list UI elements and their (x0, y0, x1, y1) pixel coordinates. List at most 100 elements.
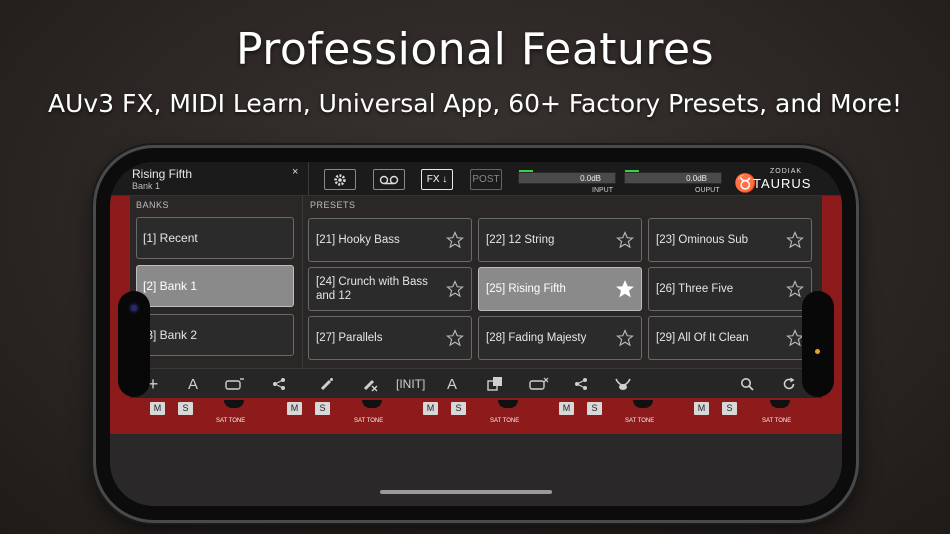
preset-item-label: [27] Parallels (316, 332, 383, 344)
sat-tone-label: SAT TONE (625, 418, 655, 424)
preset-item[interactable]: [28] Fading Majesty (478, 316, 642, 360)
knob[interactable] (362, 400, 382, 408)
star-outline-icon[interactable] (446, 231, 464, 249)
solo-button[interactable]: S (451, 402, 466, 415)
star-filled-icon[interactable] (616, 280, 634, 298)
output-meter-value: 0.0dB (686, 174, 707, 183)
preset-item[interactable]: [27] Parallels (308, 316, 472, 360)
top-bar: Rising Fifth Bank 1 × FX ↓ POST 0.0dB IN… (110, 162, 842, 196)
preset-item-label: [29] All Of It Clean (656, 332, 749, 344)
mute-button[interactable]: M (694, 402, 709, 415)
status-led (131, 305, 137, 311)
star-outline-icon[interactable] (786, 280, 804, 298)
preset-item-label: [28] Fading Majesty (486, 332, 587, 344)
copy-icon[interactable] (484, 373, 506, 395)
star-outline-icon[interactable] (616, 231, 634, 249)
preset-item[interactable]: [26] Three Five (648, 267, 812, 311)
divider (308, 162, 309, 196)
home-indicator[interactable] (380, 490, 552, 494)
app-screen: Rising Fifth Bank 1 × FX ↓ POST 0.0dB IN… (110, 162, 842, 506)
sat-tone-label: SAT TONE (762, 418, 792, 424)
phone-frame: Rising Fifth Bank 1 × FX ↓ POST 0.0dB IN… (96, 148, 856, 520)
subhead: AUv3 FX, MIDI Learn, Universal App, 60+ … (47, 89, 903, 118)
font-icon[interactable]: A (441, 373, 463, 395)
output-meter-level (625, 170, 639, 172)
headline: Professional Features (235, 24, 715, 75)
preset-item-label: [25] Rising Fifth (486, 283, 566, 295)
right-sensor-housing (802, 291, 834, 397)
tape-icon (379, 175, 399, 184)
bank-item-bank-1[interactable]: [2] Bank 1 (136, 265, 294, 307)
sat-tone-label: SAT TONE (490, 418, 520, 424)
input-meter[interactable]: 0.0dB (518, 170, 616, 184)
browser-toolbar: + A [INIT] A (130, 368, 822, 398)
preset-rename-icon[interactable] (528, 373, 550, 395)
search-icon[interactable] (736, 373, 758, 395)
tape-button[interactable] (373, 169, 405, 190)
wand-icon[interactable] (316, 373, 338, 395)
preset-item[interactable]: [21] Hooky Bass (308, 218, 472, 262)
knob[interactable] (498, 400, 518, 408)
bank-item-label: [3] Bank 2 (143, 328, 198, 342)
preset-item-label: [22] 12 String (486, 234, 555, 246)
mute-button[interactable]: M (150, 402, 165, 415)
bank-item-label: [2] Bank 1 (143, 279, 198, 293)
bank-item-bank-2[interactable]: [3] Bank 2 (136, 314, 294, 356)
preset-browser-panel: BANKS PRESETS [1] Recent [2] Bank 1 [3] … (130, 196, 822, 398)
sat-tone-label: SAT TONE (216, 418, 246, 424)
post-button[interactable]: POST (470, 169, 502, 190)
init-preset-button[interactable]: [INIT] (396, 377, 425, 391)
star-outline-icon[interactable] (446, 280, 464, 298)
bull-icon[interactable] (612, 373, 634, 395)
preset-item[interactable]: [24] Crunch with Bass and 12 (308, 267, 472, 311)
mute-button[interactable]: M (423, 402, 438, 415)
status-led (815, 349, 820, 354)
channel-strip-row: M S SAT TONE M S SAT TONE M S SAT TONE M… (130, 400, 822, 434)
current-bank-name: Bank 1 (132, 181, 161, 191)
footer-area (110, 434, 842, 506)
input-meter-value: 0.0dB (580, 174, 601, 183)
settings-button[interactable] (324, 169, 356, 190)
knob[interactable] (633, 400, 653, 408)
solo-button[interactable]: S (178, 402, 193, 415)
preset-item-label: [23] Ominous Sub (656, 234, 749, 246)
fx-button[interactable]: FX ↓ (421, 169, 453, 190)
star-outline-icon[interactable] (446, 329, 464, 347)
preset-item-label: [24] Crunch with Bass and 12 (316, 276, 428, 302)
close-preset-browser-button[interactable]: × (292, 166, 298, 178)
bank-item-label: [1] Recent (143, 231, 198, 245)
bank-item-recent[interactable]: [1] Recent (136, 217, 294, 259)
current-preset-name[interactable]: Rising Fifth (132, 167, 192, 181)
share-icon[interactable] (268, 373, 290, 395)
preset-item-label: [26] Three Five (656, 283, 734, 295)
knob[interactable] (224, 400, 244, 408)
knob[interactable] (770, 400, 790, 408)
presets-heading: PRESETS (310, 200, 356, 210)
divider (302, 196, 303, 368)
share-icon[interactable] (570, 373, 592, 395)
sat-tone-label: SAT TONE (354, 418, 384, 424)
preset-item-selected[interactable]: [25] Rising Fifth (478, 267, 642, 311)
star-outline-icon[interactable] (786, 231, 804, 249)
output-label: OUPUT (695, 187, 720, 194)
font-icon[interactable]: A (182, 373, 204, 395)
brand-product: TAURUS (753, 176, 812, 191)
wand-cancel-icon[interactable] (359, 373, 381, 395)
mute-button[interactable]: M (559, 402, 574, 415)
brand-maker: ZODIAK (770, 168, 803, 175)
solo-button[interactable]: S (315, 402, 330, 415)
preset-item[interactable]: [23] Ominous Sub (648, 218, 812, 262)
solo-button[interactable]: S (722, 402, 737, 415)
refresh-icon[interactable] (778, 373, 800, 395)
preset-item-label: [21] Hooky Bass (316, 234, 400, 246)
star-outline-icon[interactable] (616, 329, 634, 347)
input-label: INPUT (592, 187, 613, 194)
input-meter-level (519, 170, 533, 172)
mute-button[interactable]: M (287, 402, 302, 415)
banks-heading: BANKS (136, 200, 170, 210)
output-meter[interactable]: 0.0dB (624, 170, 722, 184)
solo-button[interactable]: S (587, 402, 602, 415)
preset-item[interactable]: [22] 12 String (478, 218, 642, 262)
bank-rename-icon[interactable] (224, 373, 246, 395)
preset-item[interactable]: [29] All Of It Clean (648, 316, 812, 360)
